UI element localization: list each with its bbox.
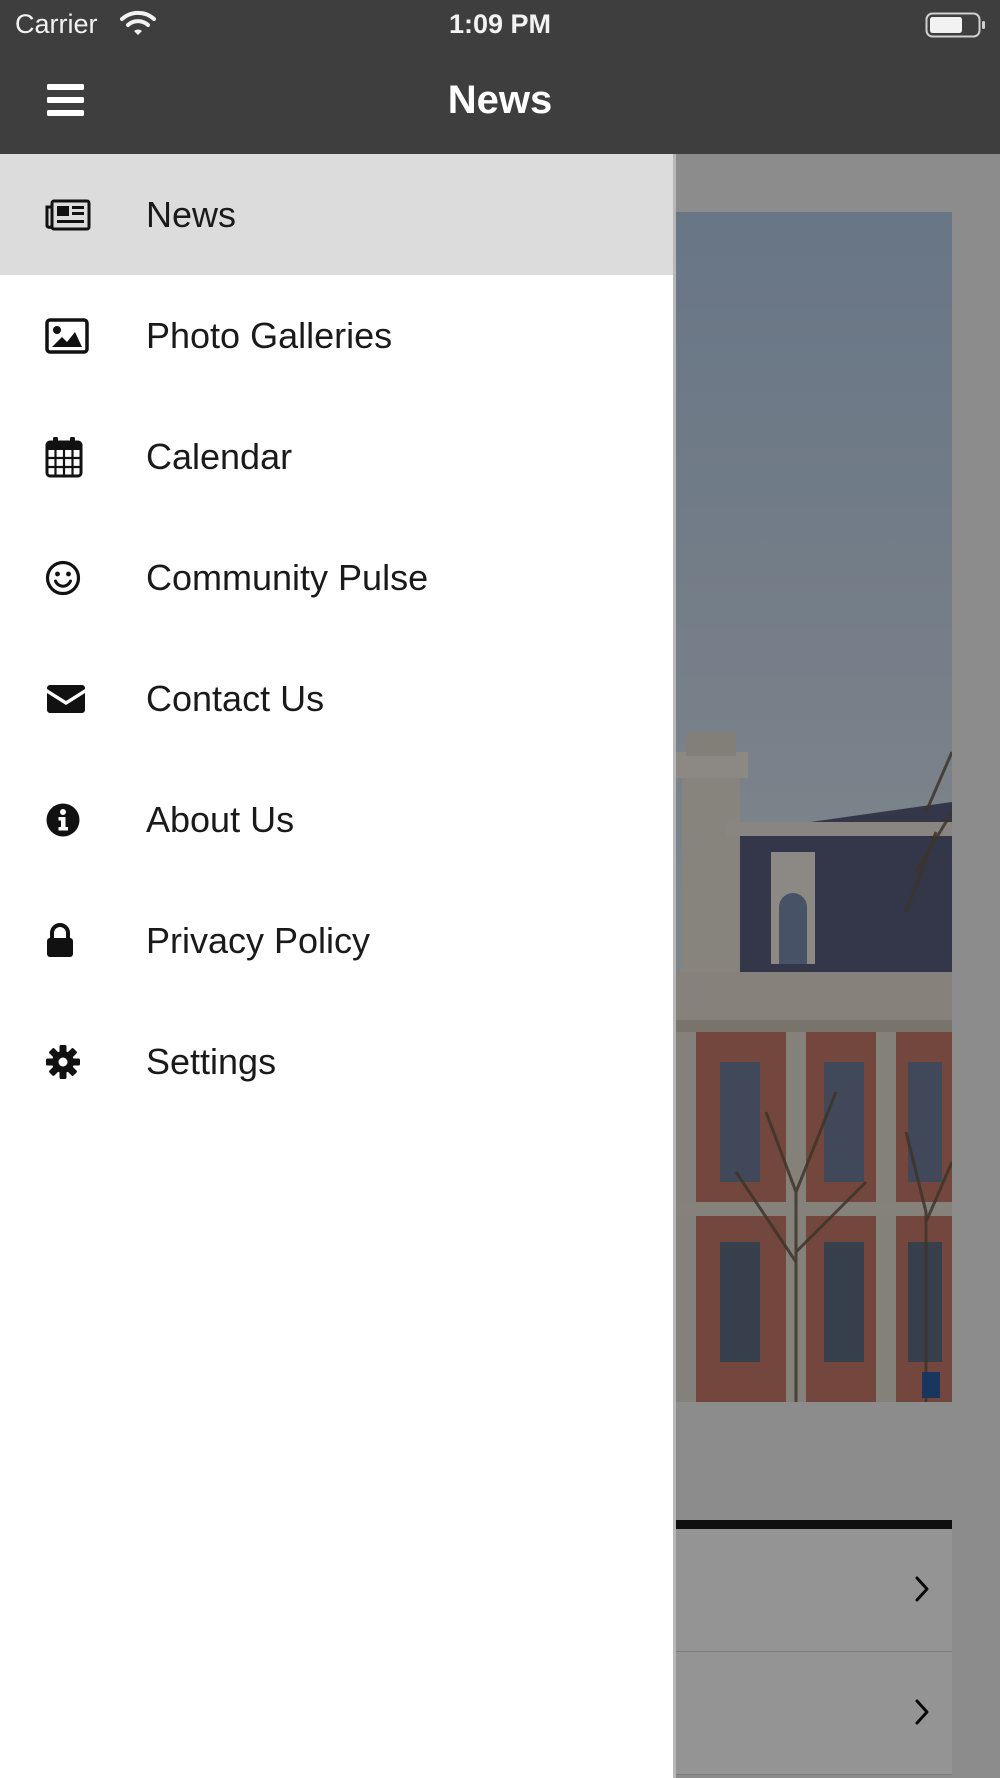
page-title: News [447, 78, 553, 122]
drawer-menu: News Photo Galleries Calendar Community … [0, 154, 673, 1122]
navigation-bar: News [0, 50, 1000, 154]
drawer-item-label: Settings [146, 1040, 277, 1082]
drawer-item-about-us[interactable]: About Us [0, 759, 673, 880]
drawer-item-settings[interactable]: Settings [0, 1001, 673, 1122]
drawer-item-contact-us[interactable]: Contact Us [0, 638, 673, 759]
drawer-item-news[interactable]: News [0, 154, 673, 275]
status-bar: Carrier 1:09 PM [0, 0, 1000, 50]
smiley-icon [45, 556, 95, 600]
drawer-item-label: News [146, 193, 237, 235]
drawer-item-privacy-policy[interactable]: Privacy Policy [0, 880, 673, 1001]
newspaper-icon [45, 193, 95, 237]
drawer-item-label: Photo Galleries [146, 314, 393, 356]
drawer-item-label: Contact Us [146, 677, 325, 719]
gear-icon [45, 1040, 95, 1084]
lock-icon [45, 919, 95, 963]
info-icon [45, 798, 95, 842]
drawer-item-photo-galleries[interactable]: Photo Galleries [0, 275, 673, 396]
status-time: 1:09 PM [448, 9, 552, 39]
drawer-item-label: Privacy Policy [146, 919, 371, 961]
drawer-item-label: Community Pulse [146, 556, 429, 598]
drawer-item-label: Calendar [146, 435, 293, 477]
envelope-icon [45, 677, 95, 721]
drawer-item-calendar[interactable]: Calendar [0, 396, 673, 517]
image-icon [45, 314, 95, 358]
drawer-scrim[interactable] [673, 154, 1000, 1778]
battery-icon [925, 12, 987, 43]
drawer-item-label: About Us [146, 798, 295, 840]
side-drawer: News Photo Galleries Calendar Community … [0, 154, 676, 1778]
calendar-icon [45, 435, 95, 479]
drawer-item-community-pulse[interactable]: Community Pulse [0, 517, 673, 638]
